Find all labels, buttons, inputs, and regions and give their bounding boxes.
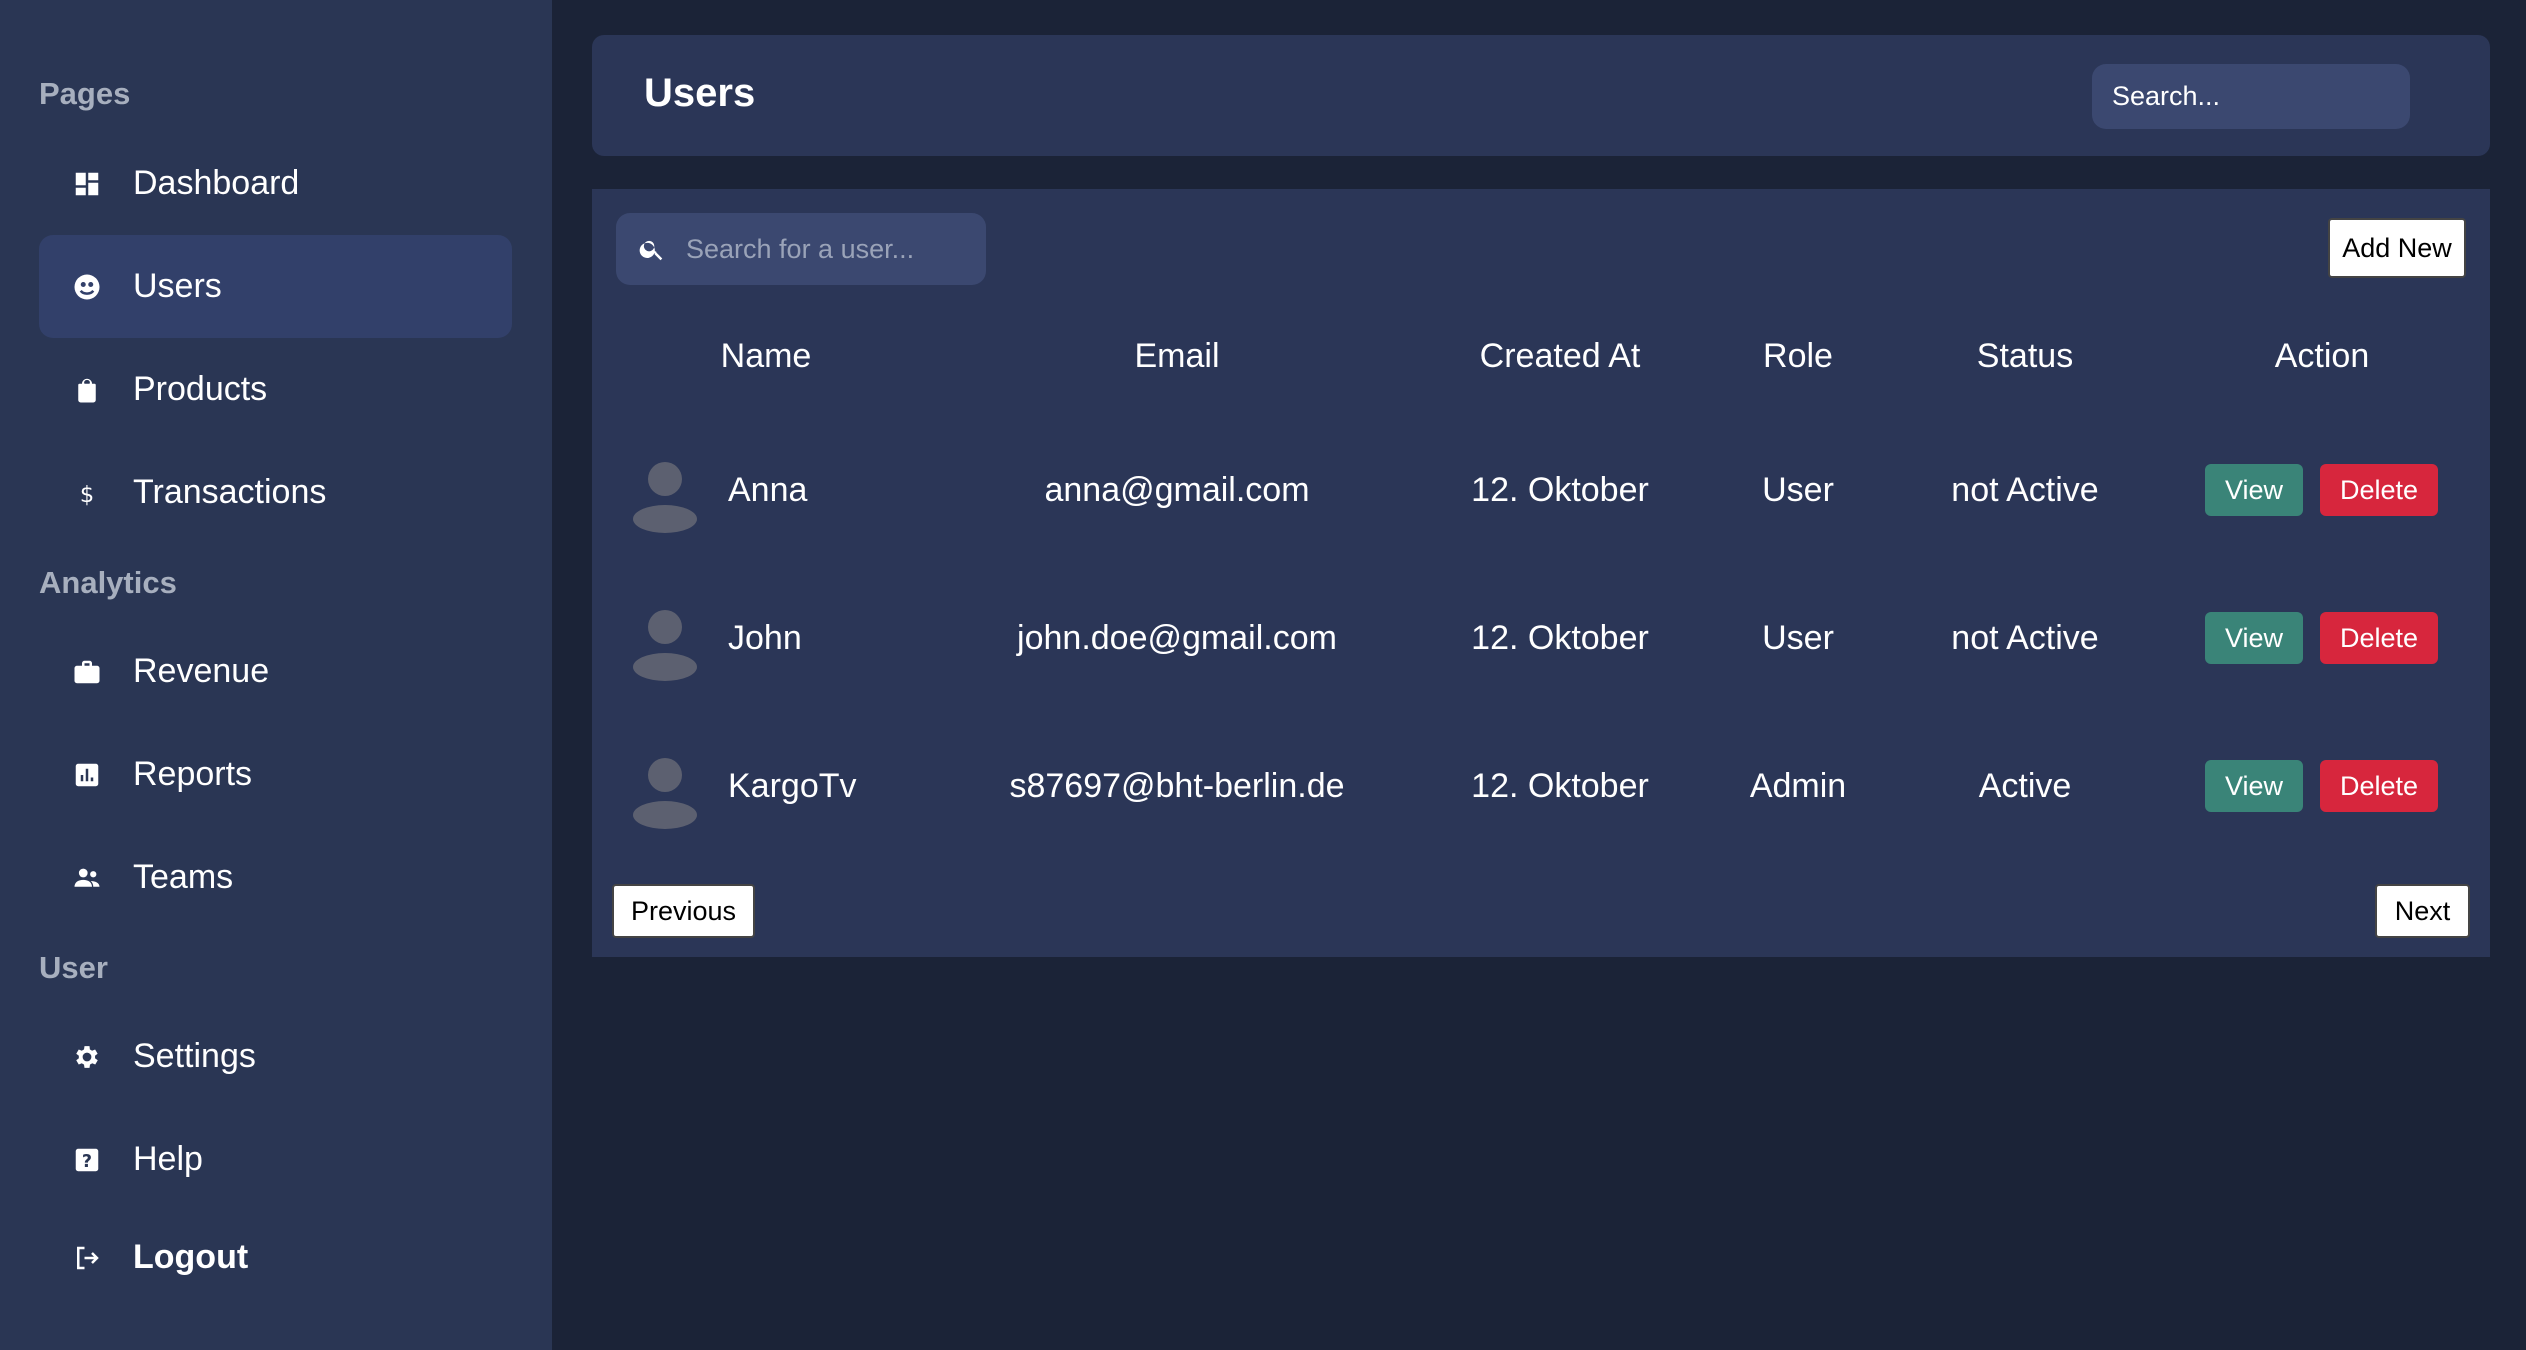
column-header-email: Email [1134, 337, 1220, 375]
sidebar-item-label: Dashboard [133, 164, 300, 202]
user-search-input[interactable] [684, 232, 968, 266]
sidebar-item-label: Transactions [133, 473, 327, 511]
user-email: anna@gmail.com [1044, 471, 1310, 509]
sidebar-item-reports[interactable]: Reports [39, 723, 512, 826]
sidebar-item-label: Settings [133, 1037, 256, 1075]
delete-button[interactable]: Delete [2320, 612, 2438, 664]
view-button[interactable]: View [2205, 464, 2303, 516]
users-table-panel: Add New Name Email Created At Role Statu… [592, 189, 2490, 957]
svg-text:?: ? [82, 1151, 92, 1171]
sidebar-item-logout[interactable]: Logout [39, 1206, 512, 1309]
section-label-analytics: Analytics [39, 565, 177, 600]
dollar-icon: $ [66, 472, 108, 514]
sidebar-item-products[interactable]: Products [39, 338, 512, 441]
column-header-action: Action [2274, 337, 2370, 375]
sidebar-item-teams[interactable]: Teams [39, 826, 512, 929]
report-icon [66, 754, 108, 796]
column-header-role: Role [1763, 337, 1833, 375]
section-label-pages: Pages [39, 76, 131, 111]
column-header-created-at: Created At [1479, 337, 1641, 375]
next-button[interactable]: Next [2375, 884, 2470, 938]
user-created-at: 12. Oktober [1471, 619, 1649, 657]
user-status: not Active [1951, 619, 2099, 657]
view-button[interactable]: View [2205, 760, 2303, 812]
view-button[interactable]: View [2205, 612, 2303, 664]
search-icon [639, 240, 663, 261]
table-row: Anna anna@gmail.com 12. Oktober User not… [592, 431, 2490, 551]
sidebar-item-label: Logout [133, 1238, 249, 1276]
gear-icon [66, 1036, 108, 1078]
sidebar-item-transactions[interactable]: $ Transactions [39, 441, 512, 544]
avatar [632, 607, 698, 681]
column-header-status: Status [1976, 337, 2074, 375]
team-icon [66, 857, 108, 899]
user-role: User [1762, 471, 1834, 509]
sidebar-item-label: Teams [133, 858, 234, 896]
sidebar-item-dashboard[interactable]: Dashboard [39, 132, 512, 235]
add-new-button[interactable]: Add New [2328, 218, 2466, 278]
user-created-at: 12. Oktober [1471, 767, 1649, 805]
user-role: User [1762, 619, 1834, 657]
column-header-name: Name [720, 337, 812, 375]
delete-button[interactable]: Delete [2320, 464, 2438, 516]
sidebar-item-users[interactable]: Users [39, 235, 512, 338]
user-email: john.doe@gmail.com [1017, 619, 1337, 657]
svg-text:$: $ [80, 481, 94, 507]
header-search-input[interactable] [2092, 64, 2410, 129]
user-email: s87697@bht-berlin.de [1009, 767, 1345, 805]
avatar [632, 755, 698, 829]
sidebar-item-label: Products [133, 370, 268, 408]
sidebar-item-help[interactable]: ? Help [39, 1108, 512, 1211]
delete-button[interactable]: Delete [2320, 760, 2438, 812]
sidebar-item-label: Help [133, 1140, 203, 1178]
user-name: Anna [728, 471, 808, 509]
briefcase-icon [66, 651, 108, 693]
dashboard-icon [66, 163, 108, 205]
help-icon: ? [66, 1139, 108, 1181]
user-role: Admin [1749, 767, 1847, 805]
sidebar-item-revenue[interactable]: Revenue [39, 620, 512, 723]
page-header: Users [592, 35, 2490, 156]
avatar [632, 459, 698, 533]
user-name: John [728, 619, 802, 657]
section-label-user: User [39, 950, 108, 985]
previous-button[interactable]: Previous [612, 884, 755, 938]
sidebar-item-label: Revenue [133, 652, 270, 690]
user-status: not Active [1951, 471, 2099, 509]
sidebar-item-label: Reports [133, 755, 253, 793]
user-name: KargoTv [728, 767, 857, 805]
sidebar-item-settings[interactable]: Settings [39, 1005, 512, 1108]
logout-icon [66, 1237, 108, 1279]
sidebar: Pages Dashboard Users Products $ Transac… [0, 0, 552, 1350]
bag-icon [66, 369, 108, 411]
users-icon [66, 266, 108, 308]
page-title: Users [644, 71, 756, 115]
table-row: John john.doe@gmail.com 12. Oktober User… [592, 579, 2490, 699]
user-search-box[interactable] [616, 213, 986, 285]
user-created-at: 12. Oktober [1471, 471, 1649, 509]
user-status: Active [1978, 767, 2072, 805]
table-row: KargoTv s87697@bht-berlin.de 12. Oktober… [592, 727, 2490, 847]
sidebar-item-label: Users [133, 267, 222, 305]
